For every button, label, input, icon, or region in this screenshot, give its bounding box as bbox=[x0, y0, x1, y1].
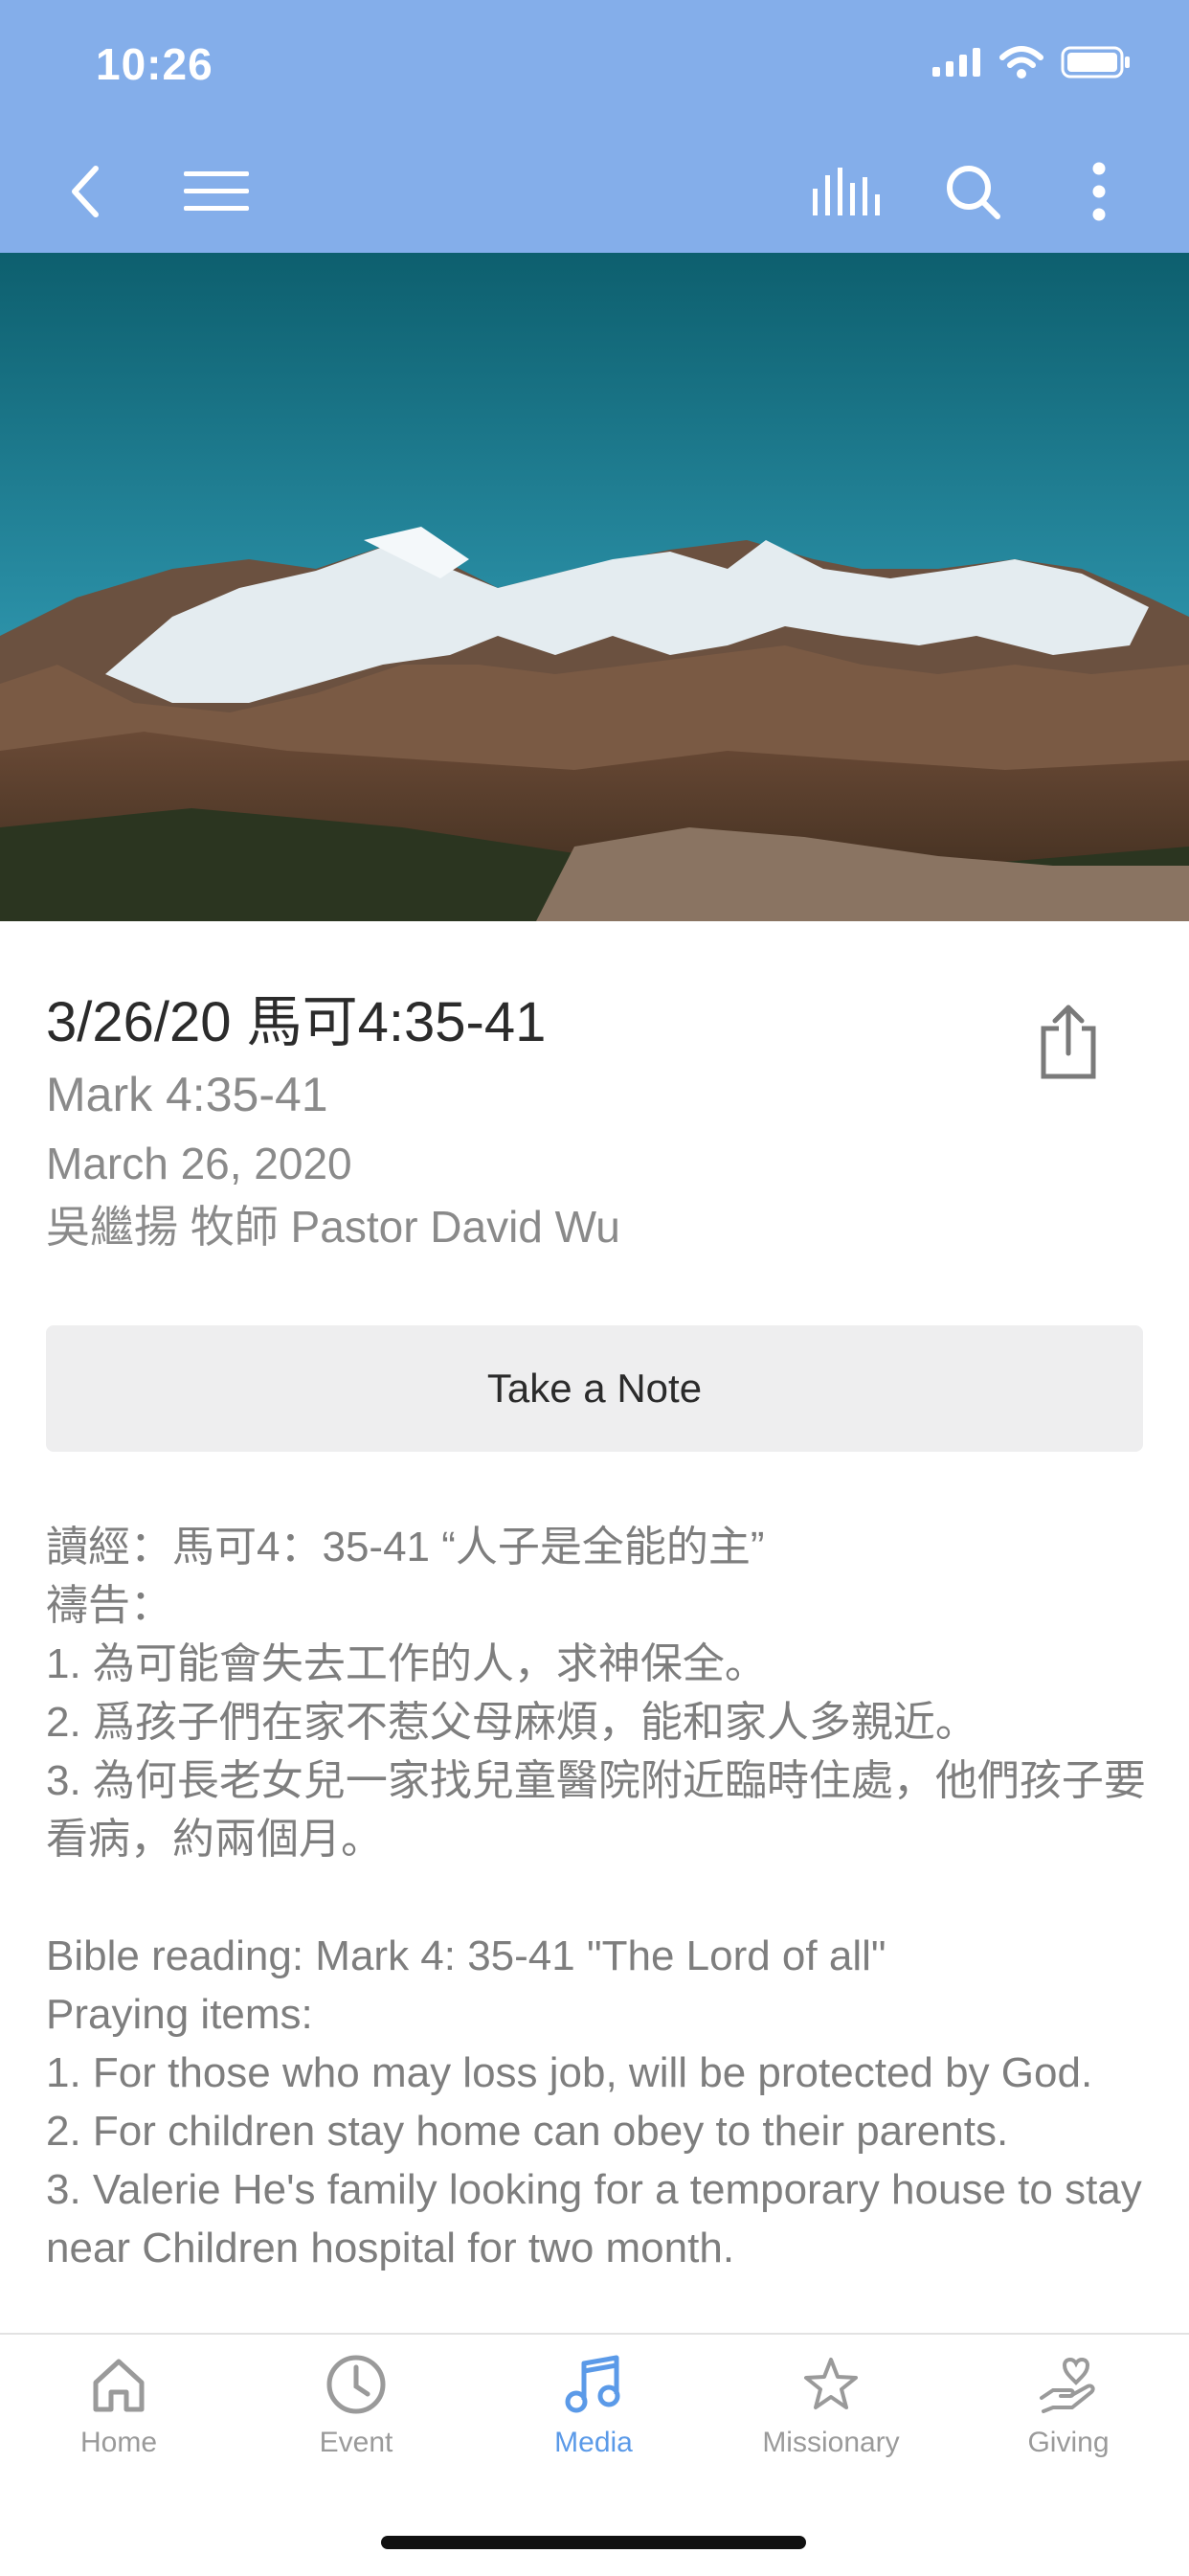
notes-line-zh-4: 3. 為何長老女兒一家找兒童醫院附近臨時住處，他們孩子要看病，約兩個月。 bbox=[46, 1757, 1146, 1863]
tab-missionary-label: Missionary bbox=[762, 2427, 900, 2458]
hamburger-menu-icon[interactable] bbox=[180, 155, 253, 228]
search-icon[interactable] bbox=[936, 155, 1009, 228]
notes-line-en-1: Praying items: bbox=[46, 1991, 313, 2038]
sermon-title: 3/26/20 馬可4:35-41 bbox=[46, 991, 547, 1053]
sermon-cover-image bbox=[0, 253, 1189, 921]
wifi-icon bbox=[999, 46, 1043, 79]
notes-line-zh-1: 禱告： bbox=[46, 1582, 172, 1629]
tab-media[interactable]: Media bbox=[475, 2354, 712, 2488]
tab-media-label: Media bbox=[554, 2427, 633, 2458]
home-icon bbox=[93, 2359, 145, 2412]
sermon-date: March 26, 2020 bbox=[46, 1139, 352, 1188]
tab-home-label: Home bbox=[79, 2427, 158, 2458]
notes-line-en-0: Bible reading: Mark 4: 35-41 "The Lord o… bbox=[46, 1932, 886, 1979]
star-icon bbox=[804, 2358, 858, 2409]
tab-giving-label: Giving bbox=[1027, 2427, 1110, 2458]
notes-line-en-2: 1. For those who may loss job, will be p… bbox=[46, 2049, 1093, 2096]
music-note-icon bbox=[565, 2355, 620, 2413]
notes-line-zh-2: 1. 為可能會失去工作的人，求神保全。 bbox=[46, 1640, 767, 1687]
tab-home[interactable]: Home bbox=[0, 2354, 237, 2488]
sermon-subtitle: Mark 4:35-41 bbox=[46, 1068, 328, 1121]
tab-giving[interactable]: Giving bbox=[950, 2354, 1187, 2488]
nav-bar bbox=[0, 144, 1189, 239]
notes-line-zh-3: 2. 爲孩子們在家不惹父母麻煩，能和家人多親近。 bbox=[46, 1699, 977, 1746]
share-icon[interactable] bbox=[1034, 1004, 1109, 1082]
battery-icon bbox=[1061, 46, 1130, 79]
clock-icon bbox=[326, 2355, 386, 2414]
notes-line-en-3: 2. For children stay home can obey to th… bbox=[46, 2108, 1009, 2155]
hand-heart-icon bbox=[1040, 2357, 1095, 2413]
status-icons bbox=[932, 46, 1132, 79]
chevron-left-icon[interactable] bbox=[50, 155, 123, 228]
status-time: 10:26 bbox=[96, 39, 213, 89]
take-note-button[interactable]: Take a Note bbox=[46, 1325, 1143, 1452]
sermon-info: 3/26/20 馬可4:35-41 Mark 4:35-41 March 26,… bbox=[46, 986, 1051, 1258]
tab-event[interactable]: Event bbox=[237, 2354, 475, 2488]
notes-line-zh-0: 讀經：馬可4：35-41 “人子是全能的主” bbox=[46, 1524, 765, 1570]
tab-event-label: Event bbox=[319, 2427, 393, 2458]
vertical-ellipsis-icon[interactable] bbox=[1063, 155, 1135, 228]
home-indicator[interactable] bbox=[381, 2536, 806, 2549]
app-header: 10:26 bbox=[0, 0, 1189, 253]
audio-bars-icon[interactable] bbox=[810, 155, 883, 228]
notes-line-en-4: 3. Valerie He's family looking for a tem… bbox=[46, 2166, 1142, 2271]
sermon-notes: 讀經：馬可4：35-41 “人子是全能的主” 禱告： 1. 為可能會失去工作的人… bbox=[46, 1518, 1147, 2277]
tab-missionary[interactable]: Missionary bbox=[712, 2354, 950, 2488]
signal-icon bbox=[932, 48, 980, 77]
sermon-speaker: 吳繼揚 牧師 Pastor David Wu bbox=[46, 1202, 620, 1252]
